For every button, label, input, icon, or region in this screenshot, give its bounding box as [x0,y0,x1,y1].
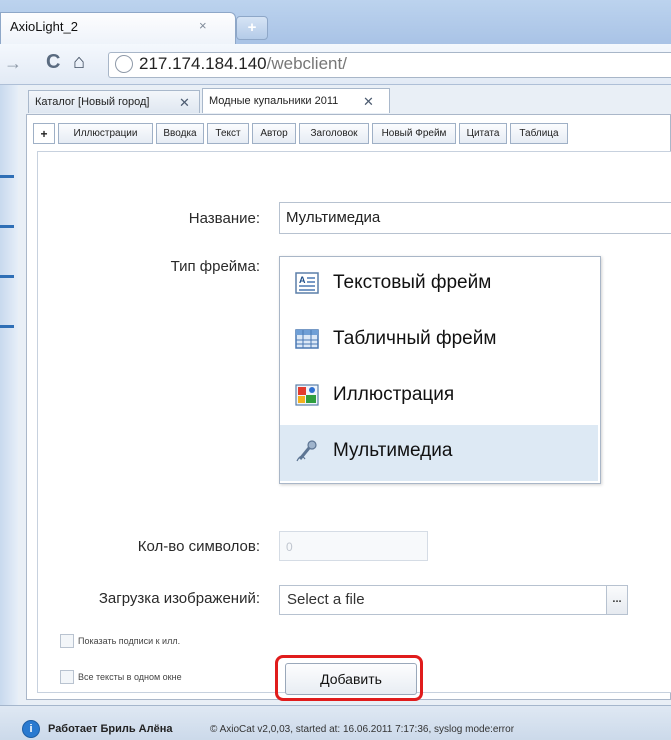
browser-toolbar: → C ⌂ 217.174.184.140/webclient/ [0,44,671,85]
frame-type-label-illustration: Иллюстрация [333,384,455,405]
address-bar[interactable]: 217.174.184.140/webclient/ [108,52,671,78]
frame-tab-table[interactable]: Таблица [510,123,568,144]
strip-marker [0,275,14,278]
char-count-input[interactable]: 0 [279,531,428,561]
document-tabs: Каталог [Новый город] ✕ Модные купальник… [28,88,671,114]
add-frame-tab[interactable]: + [33,123,55,144]
add-button[interactable]: Добавить [285,663,417,695]
close-icon[interactable]: ✕ [363,89,374,114]
frame-type-label-table: Табличный фрейм [333,328,497,349]
left-side-strip [0,85,19,705]
back-arrow-icon[interactable]: → [4,53,22,74]
browser-tab[interactable]: AxioLight_2 × [0,12,236,45]
frame-tab-text[interactable]: Текст [207,123,249,144]
show-captions-checkbox[interactable] [60,634,74,648]
status-info: © AxioCat v2,0,03, started at: 16.06.201… [210,724,515,735]
illustration-icon [295,384,319,406]
frame-tab-author[interactable]: Автор [252,123,296,144]
text-frame-icon: A [295,272,319,294]
frame-tab-intro[interactable]: Вводка [156,123,204,144]
frame-type-label-text: Текстовый фрейм [333,272,492,293]
single-window-label: Все тексты в одном окне [78,672,182,682]
name-label: Название: [188,210,260,227]
browser-tab-bar: AxioLight_2 × + [0,0,671,45]
frame-type-item-text[interactable]: A Текстовый фрейм [280,257,598,313]
name-input[interactable]: Мультимедиа [279,202,671,234]
globe-icon [115,55,133,73]
show-captions-label: Показать подписи к илл. [78,636,181,646]
browse-button[interactable]: ... [606,586,627,614]
frame-type-item-illustration[interactable]: Иллюстрация [280,369,598,425]
strip-marker [0,325,14,328]
doc-tab-catalog[interactable]: Каталог [Новый город] ✕ [28,90,200,113]
file-select-placeholder: Select a file [287,591,365,608]
url-path: /webclient/ [266,54,347,73]
close-icon[interactable]: ✕ [179,91,190,114]
doc-tab-label: Каталог [Новый город] [35,96,150,108]
frame-type-item-table[interactable]: Табличный фрейм [280,313,598,369]
app-area: Каталог [Новый город] ✕ Модные купальник… [18,85,671,705]
home-icon[interactable]: ⌂ [73,51,85,74]
browser-window: AxioLight_2 × + → C ⌂ 217.174.184.140/we… [0,0,671,740]
frame-type-label: Тип фрейма: [170,258,260,275]
info-icon: i [22,720,40,738]
status-bar: i Работает Бриль Алёна © AxioCat v2,0,03… [0,705,671,740]
url-host: 217.174.184.140 [139,54,267,73]
new-tab-button[interactable]: + [236,16,268,40]
strip-marker [0,175,14,178]
frame-type-list[interactable]: A Текстовый фрейм Табличный фрейм Иллюст… [279,256,601,484]
single-window-checkbox[interactable] [60,670,74,684]
doc-tab-label: Модные купальники 2011 [209,95,339,107]
char-count-label: Кол-во символов: [137,538,260,555]
browser-tab-title: AxioLight_2 [10,19,78,34]
file-select-field[interactable]: Select a file ... [279,585,628,615]
doc-tab-swimsuits[interactable]: Модные купальники 2011 ✕ [202,88,390,113]
frame-tab-illustrations[interactable]: Иллюстрации [58,123,153,144]
table-frame-icon [295,329,319,349]
multimedia-icon [296,440,317,462]
frame-form: Название: Мультимедиа Тип фрейма: A Текс… [37,151,671,701]
document-panel: + Иллюстрации Вводка Текст Автор Заголов… [26,114,671,701]
frame-type-item-multimedia[interactable]: Мультимедиа [280,425,598,481]
frame-tab-heading[interactable]: Заголовок [299,123,369,144]
strip-marker [0,225,14,228]
svg-text:A: A [299,275,306,285]
status-user: Работает Бриль Алёна [48,723,173,735]
reload-icon[interactable]: C [46,51,60,74]
frame-type-label-multimedia: Мультимедиа [333,440,453,461]
frame-tab-quote[interactable]: Цитата [459,123,507,144]
frame-tab-new-frame[interactable]: Новый Фрейм [372,123,456,144]
close-tab-icon[interactable]: × [199,18,207,33]
url-text: 217.174.184.140/webclient/ [139,54,347,74]
image-upload-label: Загрузка изображений: [98,590,260,607]
